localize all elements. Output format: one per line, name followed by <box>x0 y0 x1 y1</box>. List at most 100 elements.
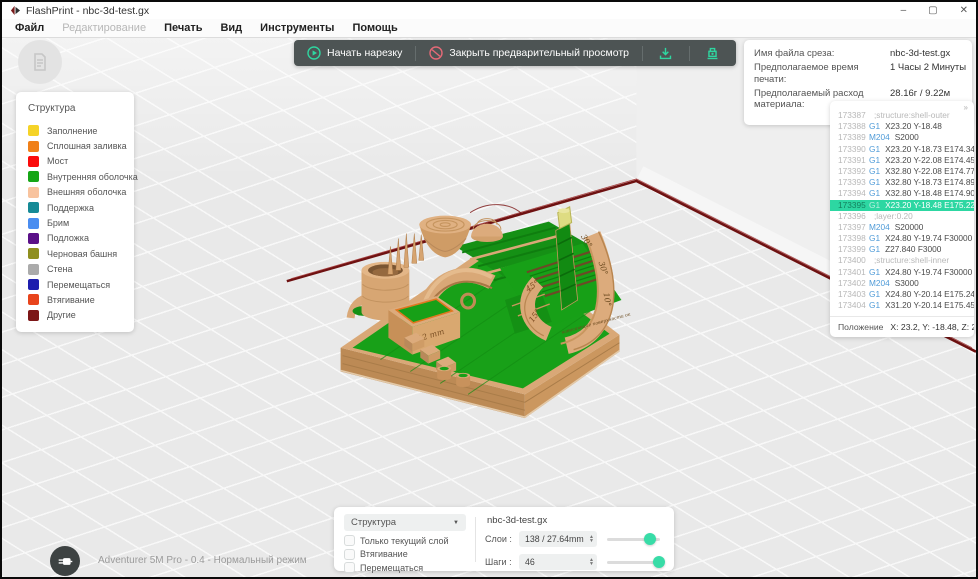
minimize-button[interactable]: – <box>901 6 907 16</box>
gcode-command: G1 <box>869 121 880 132</box>
gcode-line[interactable]: 173397 M204 S20000 <box>830 222 974 233</box>
close-preview-button[interactable]: Закрыть предварительный просмотр <box>416 40 642 66</box>
load-file-button-disabled[interactable] <box>18 40 62 84</box>
legend-color-swatch <box>28 171 39 182</box>
legend-item: Мост <box>28 154 128 169</box>
gcode-args: X24.80 Y-20.14 E175.2409... <box>885 289 974 300</box>
close-button[interactable]: ✕ <box>960 6 968 16</box>
menu-item[interactable]: Инструменты <box>251 19 343 37</box>
gcode-args: S20000 <box>895 222 924 233</box>
maximize-button[interactable]: ▢ <box>928 6 937 16</box>
gcode-command: G1 <box>869 166 880 177</box>
preview-file-name: nbc-3d-test.gx <box>487 515 664 526</box>
gcode-command: G1 <box>869 155 880 166</box>
checkbox-unchecked[interactable] <box>344 549 355 560</box>
preview-toolbar: Начать нарезку Закрыть предварительный п… <box>294 40 736 66</box>
gcode-line[interactable]: 173389 M204 S2000 <box>830 132 974 143</box>
gcode-line[interactable]: 173403 G1 X24.80 Y-20.14 E175.2409... <box>830 289 974 300</box>
travel-path-line <box>470 205 522 214</box>
gcode-line[interactable]: 173404 G1 X31.20 Y-20.14 E175.4580 <box>830 300 974 311</box>
steps-slider-handle[interactable] <box>653 556 665 568</box>
start-slicing-button[interactable]: Начать нарезку <box>294 40 415 66</box>
download-icon <box>657 45 674 62</box>
gcode-command: G1 <box>869 188 880 199</box>
printer-icon <box>704 45 721 62</box>
steps-stepper[interactable]: 46 ▲▼ <box>519 554 597 570</box>
info-label: Имя файла среза: <box>754 48 890 60</box>
gcode-line[interactable]: 173399 G1 Z27.840 F3000 <box>830 244 974 255</box>
window-title: FlashPrint - nbc-3d-test.gx <box>26 5 149 17</box>
gcode-line-number: 173399 <box>838 244 864 255</box>
gcode-line[interactable]: 173391 G1 X23.20 Y-22.08 E174.4538... <box>830 155 974 166</box>
menu-item[interactable]: Печать <box>155 19 211 37</box>
gcode-args: S3000 <box>895 278 919 289</box>
gcode-line-number: 173391 <box>838 155 864 166</box>
menu-item[interactable]: Редактирование <box>53 19 155 37</box>
gcode-line[interactable]: 173395 G1 X23.20 Y-18.48 E175.2273 <box>830 200 974 211</box>
legend-item: Подложка <box>28 231 128 246</box>
structure-dropdown[interactable]: Структура ▼ <box>344 514 466 531</box>
gcode-line[interactable]: 173398 G1 X24.80 Y-19.74 F30000 <box>830 233 974 244</box>
info-value: 1 Часы 2 Минуты <box>890 62 962 85</box>
legend-item-label: Сплошная заливка <box>47 141 127 151</box>
filter-checkbox-row[interactable]: Перемещаться <box>344 562 466 573</box>
expand-panel-icon[interactable]: » <box>964 103 968 112</box>
gcode-line-number: 173389 <box>838 132 864 143</box>
gcode-line-number: 173397 <box>838 222 864 233</box>
block-icon <box>429 46 443 60</box>
gcode-args: X23.20 Y-18.48 <box>885 121 942 132</box>
printer-connection-button[interactable] <box>50 546 80 576</box>
info-value: nbc-3d-test.gx <box>890 48 962 60</box>
gcode-line[interactable]: 173387 ;structure:shell-outer <box>830 110 974 121</box>
position-readout: Положение X: 23.2, Y: -18.48, Z: 27.64 <box>830 316 974 332</box>
gcode-line[interactable]: 173393 G1 X32.80 Y-18.73 E174.8932 <box>830 177 974 188</box>
gcode-line-number: 173394 <box>838 188 864 199</box>
gcode-args: ;structure:shell-outer <box>874 110 950 121</box>
stepper-arrows[interactable]: ▲▼ <box>589 558 594 567</box>
legend-item-label: Внутренняя оболочка <box>47 172 138 182</box>
close-preview-label: Закрыть предварительный просмотр <box>449 47 629 59</box>
gcode-line-number: 173403 <box>838 289 864 300</box>
gcode-panel: » 173387 ;structure:shell-outer 173388 G… <box>830 101 974 337</box>
model-3d-print: 12 mm 45° 15° <box>341 205 632 419</box>
gcode-line[interactable]: 173402 M204 S3000 <box>830 278 974 289</box>
stepper-arrows[interactable]: ▲▼ <box>589 535 594 544</box>
legend-color-swatch <box>28 141 39 152</box>
gcode-command: G1 <box>869 233 880 244</box>
info-label: Предполагаемое время печати: <box>754 62 890 85</box>
legend-item: Втягивание <box>28 292 128 307</box>
gcode-line-list[interactable]: 173387 ;structure:shell-outer 173388 G1 … <box>830 110 974 312</box>
gcode-line[interactable]: 173400 ;structure:shell-inner <box>830 255 974 266</box>
gcode-command: G1 <box>869 289 880 300</box>
gcode-line-number: 173398 <box>838 233 864 244</box>
plug-icon <box>57 553 74 570</box>
menu-item[interactable]: Вид <box>211 19 251 37</box>
gcode-line[interactable]: 173394 G1 X32.80 Y-18.48 E174.9017... <box>830 188 974 199</box>
checkbox-unchecked[interactable] <box>344 535 355 546</box>
send-to-printer-button[interactable] <box>690 40 736 66</box>
structure-legend: Структура Заполнение Сплошная заливка Мо… <box>16 92 134 332</box>
gcode-line[interactable]: 173396 ;layer:0.20 <box>830 211 974 222</box>
filter-checkbox-row[interactable]: Только текущий слой <box>344 535 466 546</box>
start-slicing-label: Начать нарезку <box>327 47 402 59</box>
menu-item[interactable]: Помощь <box>343 19 406 37</box>
gcode-line[interactable]: 173390 G1 X23.20 Y-18.73 E174.3402... <box>830 144 974 155</box>
gcode-args: X32.80 Y-18.48 E174.9017... <box>885 188 974 199</box>
flashprint-logo-icon <box>10 5 21 16</box>
gcode-line[interactable]: 173388 G1 X23.20 Y-18.48 <box>830 121 974 132</box>
legend-item-label: Подложка <box>47 233 89 243</box>
legend-item-label: Втягивание <box>47 295 95 305</box>
layers-stepper[interactable]: 138 / 27.64mm ▲▼ <box>519 531 597 547</box>
gcode-line[interactable]: 173401 G1 X24.80 Y-19.74 F30000 <box>830 267 974 278</box>
layers-slider[interactable] <box>607 538 660 541</box>
menu-item[interactable]: Файл <box>6 19 53 37</box>
checkbox-unchecked[interactable] <box>344 562 355 573</box>
filter-checkbox-row[interactable]: Втягивание <box>344 549 466 560</box>
layers-slider-handle[interactable] <box>644 533 656 545</box>
menu-bar: ФайлРедактированиеПечатьВидИнструментыПо… <box>2 19 976 38</box>
export-gcode-button[interactable] <box>643 40 689 66</box>
steps-value: 46 <box>525 557 589 567</box>
gcode-line[interactable]: 173392 G1 X32.80 Y-22.08 E174.7795 <box>830 166 974 177</box>
steps-slider[interactable] <box>607 561 660 564</box>
legend-color-swatch <box>28 310 39 321</box>
